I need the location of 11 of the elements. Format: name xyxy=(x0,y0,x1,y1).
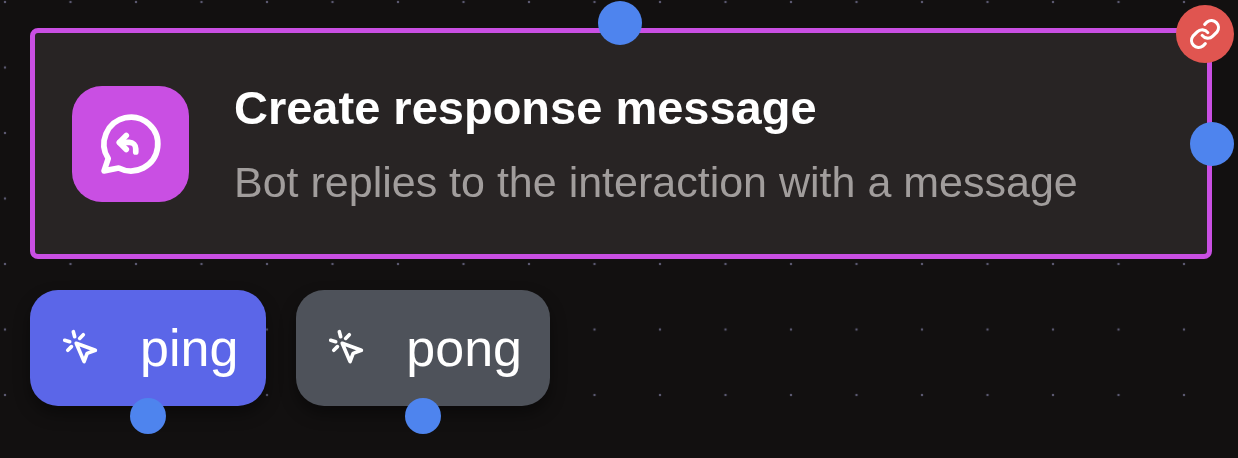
connection-handle[interactable] xyxy=(130,398,167,434)
node-card[interactable]: Create response message Bot replies to the interaction with a message xyxy=(30,28,1212,259)
connection-handle[interactable] xyxy=(1190,122,1234,166)
interaction-button[interactable]: pong xyxy=(296,290,550,406)
chat-reply-icon xyxy=(72,85,189,202)
node-description: Bot replies to the interaction with a message xyxy=(234,156,1078,207)
node-title: Create response message xyxy=(234,80,818,135)
interaction-button[interactable]: ping xyxy=(30,290,267,406)
link-icon[interactable] xyxy=(1176,5,1234,63)
connection-handle[interactable] xyxy=(598,1,642,45)
connection-handle[interactable] xyxy=(405,398,442,434)
